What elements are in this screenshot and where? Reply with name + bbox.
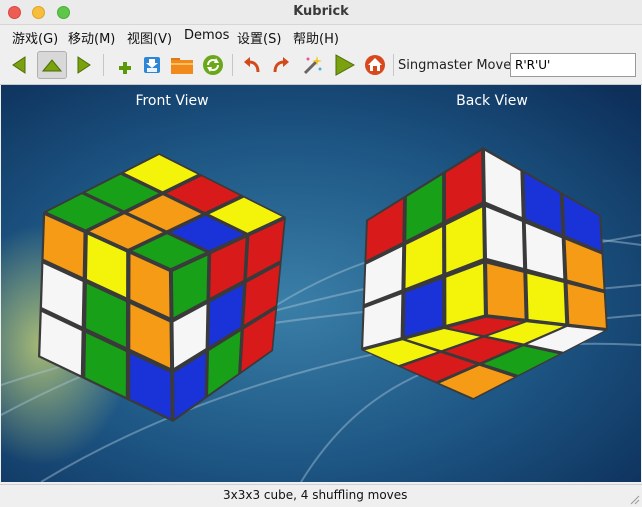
back-view-label: Back View	[456, 93, 528, 109]
singmaster-moves-input[interactable]	[510, 53, 636, 77]
arrow-right-icon	[77, 56, 91, 74]
front-view-label: Front View	[135, 93, 208, 109]
home-button[interactable]	[361, 51, 389, 79]
status-text: 3x3x3 cube, 4 shuffling moves	[223, 488, 408, 502]
cube-viewport[interactable]: Front View Back View	[1, 85, 641, 482]
save-icon	[144, 57, 160, 73]
restart-icon	[203, 55, 223, 75]
home-icon	[365, 55, 385, 75]
menu-help[interactable]: 帮助(H)	[293, 28, 339, 47]
arrow-left-button[interactable]	[5, 51, 33, 79]
facelet	[487, 263, 525, 319]
menu-game[interactable]: 游戏(G)	[12, 28, 58, 47]
toolbar-separator	[393, 54, 394, 76]
open-folder-button[interactable]	[168, 51, 196, 79]
toolbar-separator	[103, 54, 104, 76]
toolbar: Singmaster Moves	[0, 47, 642, 85]
menu-demos[interactable]: Demos	[184, 28, 229, 43]
play-icon	[335, 54, 355, 76]
redo-icon	[273, 57, 289, 73]
menu-bar: 游戏(G) 移动(M) 视图(V) Demos 设置(S) 帮助(H)	[0, 25, 642, 47]
arrow-left-icon	[12, 56, 26, 74]
window-title: Kubrick	[293, 4, 349, 19]
arrow-up-button[interactable]	[37, 51, 67, 79]
undo-button[interactable]	[238, 51, 266, 79]
arrow-up-icon	[41, 59, 63, 72]
menu-move[interactable]: 移动(M)	[68, 28, 115, 47]
singmaster-moves-label: Singmaster Moves	[398, 58, 518, 73]
open-folder-icon	[171, 58, 193, 74]
save-button[interactable]	[138, 51, 166, 79]
new-puzzle-button[interactable]	[111, 51, 139, 79]
title-bar: Kubrick	[0, 0, 642, 25]
play-button[interactable]	[330, 51, 358, 79]
menu-view[interactable]: 视图(V)	[127, 28, 172, 47]
undo-icon	[244, 57, 260, 73]
menu-settings[interactable]: 设置(S)	[237, 28, 281, 47]
arrow-right-button[interactable]	[70, 51, 98, 79]
redo-button[interactable]	[267, 51, 295, 79]
resize-grip-icon[interactable]	[630, 495, 640, 505]
solve-wand-icon	[303, 56, 322, 75]
solve-wand-button[interactable]	[298, 51, 326, 79]
toolbar-separator	[232, 54, 233, 76]
new-puzzle-icon	[119, 62, 131, 74]
restart-button[interactable]	[199, 51, 227, 79]
status-bar: 3x3x3 cube, 4 shuffling moves	[0, 484, 642, 507]
cube-scene: Front View Back View	[1, 85, 641, 482]
